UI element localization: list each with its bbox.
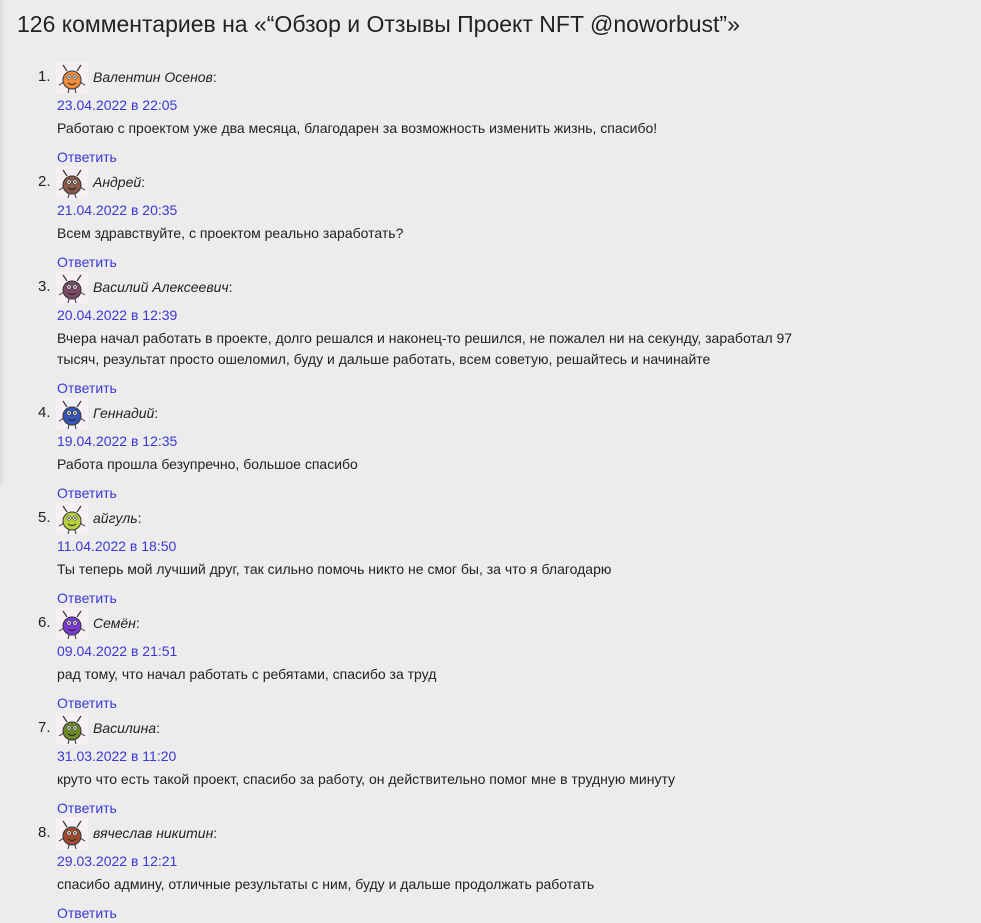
comment-text: Работаю с проектом уже два месяца, благо… — [57, 120, 658, 136]
comment-author: Семён: — [93, 615, 140, 631]
comment-item: 5. айгуль: 11.04.2022 в 18:50 Ты теперь … — [0, 503, 981, 608]
reply-link[interactable]: Ответить — [57, 905, 117, 921]
reply-link[interactable]: Ответить — [57, 485, 117, 501]
comment-text: круто что есть такой проект, спасибо за … — [57, 771, 676, 787]
avatar — [56, 713, 88, 745]
monster-avatar-icon — [58, 64, 86, 94]
comment-author: вячеслав никитин: — [93, 825, 218, 841]
comment-date-link[interactable]: 31.03.2022 в 11:20 — [57, 748, 176, 764]
comment-text: рад тому, что начал работать с ребятами,… — [57, 666, 437, 682]
avatar — [56, 167, 88, 199]
comment-item: 8. вячеслав никитин: 29.03.2022 в 12:21 … — [0, 818, 981, 923]
avatar — [56, 608, 88, 640]
avatar — [56, 503, 88, 535]
comment-text: Работа прошла безупречно, большое спасиб… — [57, 456, 358, 472]
comment-author: Геннадий: — [93, 405, 159, 421]
reply-link[interactable]: Ответить — [57, 254, 117, 270]
comment-number: 7. — [38, 719, 51, 736]
avatar — [56, 398, 88, 430]
comment-text: Ты теперь мой лучший друг, так сильно по… — [57, 561, 612, 577]
comment-number: 3. — [38, 278, 51, 295]
comment-item: 6. Семён: 09.04.2022 в 21:51 рад тому, ч… — [0, 608, 981, 713]
monster-avatar-icon — [58, 400, 86, 430]
comment-author: айгуль: — [93, 510, 142, 526]
monster-avatar-icon — [58, 610, 86, 640]
avatar — [56, 62, 88, 94]
comment-author: Василина: — [93, 720, 160, 736]
monster-avatar-icon — [58, 820, 86, 850]
comment-item: 3. Василий Алексеевич: 20.04.2022 в 12:3… — [0, 272, 981, 398]
monster-avatar-icon — [58, 715, 86, 745]
comment-text: Вчера начал работать в проекте, долго ре… — [57, 330, 793, 367]
comment-date-link[interactable]: 29.03.2022 в 12:21 — [57, 853, 177, 869]
comment-date-link[interactable]: 19.04.2022 в 12:35 — [57, 433, 177, 449]
comment-date-link[interactable]: 11.04.2022 в 18:50 — [57, 538, 176, 554]
comment-author: Андрей: — [93, 174, 146, 190]
comment-text: спасибо админу, отличные результаты с ни… — [57, 876, 595, 892]
monster-avatar-icon — [58, 505, 86, 535]
comment-number: 5. — [38, 509, 51, 526]
comment-date-link[interactable]: 20.04.2022 в 12:39 — [57, 307, 177, 323]
comment-number: 6. — [38, 614, 51, 631]
comment-item: 2. Андрей: 21.04.2022 в 20:35 Всем здрав… — [0, 167, 981, 272]
comment-author: Валентин Осенов: — [93, 69, 217, 85]
comment-date-link[interactable]: 21.04.2022 в 20:35 — [57, 202, 177, 218]
comment-number: 2. — [38, 173, 51, 190]
comment-text: Всем здравствуйте, с проектом реально за… — [57, 225, 404, 241]
comment-number: 4. — [38, 404, 51, 421]
comment-number: 1. — [38, 68, 51, 85]
comment-list: 1. Валентин Осенов: 23.04.2022 в 22:05 Р… — [0, 62, 981, 923]
avatar — [56, 272, 88, 304]
reply-link[interactable]: Ответить — [57, 149, 117, 165]
monster-avatar-icon — [58, 169, 86, 199]
comment-item: 1. Валентин Осенов: 23.04.2022 в 22:05 Р… — [0, 62, 981, 167]
comment-number: 8. — [38, 824, 51, 841]
comment-item: 7. Василина: 31.03.2022 в 11:20 круто чт… — [0, 713, 981, 818]
comment-author: Василий Алексеевич: — [93, 279, 233, 295]
comment-item: 4. Геннадий: 19.04.2022 в 12:35 Работа п… — [0, 398, 981, 503]
avatar — [56, 818, 88, 850]
comments-title: 126 комментариев на «“Обзор и Отзывы Про… — [17, 11, 740, 37]
reply-link[interactable]: Ответить — [57, 590, 117, 606]
reply-link[interactable]: Ответить — [57, 800, 117, 816]
reply-link[interactable]: Ответить — [57, 695, 117, 711]
reply-link[interactable]: Ответить — [57, 380, 117, 396]
monster-avatar-icon — [58, 274, 86, 304]
comment-date-link[interactable]: 09.04.2022 в 21:51 — [57, 643, 177, 659]
comment-date-link[interactable]: 23.04.2022 в 22:05 — [57, 97, 177, 113]
